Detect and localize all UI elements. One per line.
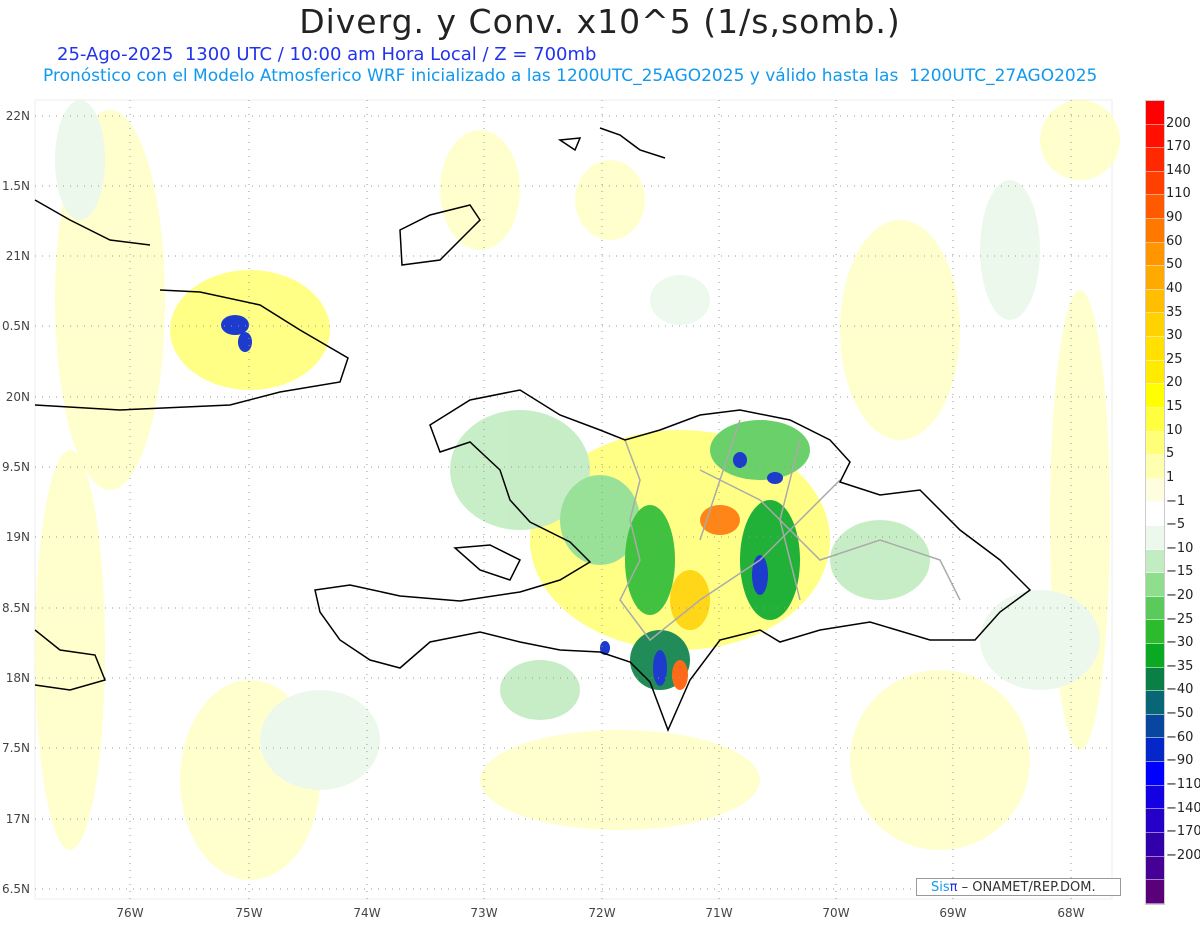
lat-label: 22N [5, 109, 30, 123]
colorbar-swatch [1146, 620, 1164, 645]
colorbar-label: 35 [1166, 304, 1183, 320]
colorbar-swatch [1146, 667, 1164, 692]
colorbar-swatch [1146, 455, 1164, 479]
colorbar-swatch [1146, 289, 1164, 314]
lat-label: 19N [5, 530, 30, 544]
colorbar-swatch [1146, 691, 1164, 715]
colorbar-label: −90 [1166, 753, 1194, 769]
colorbar-swatch [1146, 549, 1164, 574]
colorbar-swatch [1146, 880, 1164, 904]
colorbar-swatch [1146, 266, 1164, 290]
lat-label: 7.5N [1, 741, 30, 755]
colorbar-label: 170 [1166, 139, 1191, 155]
colorbar-label: 110 [1166, 186, 1191, 202]
colorbar-swatch [1146, 360, 1164, 385]
lon-label: 74W [353, 906, 381, 920]
colorbar-swatch [1146, 431, 1164, 456]
colorbar-label: −200 [1166, 847, 1200, 863]
credit-text: – ONAMET/REP.DOM. [957, 880, 1096, 895]
colorbar-label: 200 [1166, 115, 1191, 131]
colorbar-label: 30 [1166, 328, 1183, 344]
colorbar-swatch [1146, 124, 1164, 149]
colorbar-label: −25 [1166, 611, 1194, 627]
lat-label: 8.5N [1, 601, 30, 615]
colorbar-label: −30 [1166, 635, 1194, 651]
lat-label: 21N [5, 249, 30, 263]
colorbar-swatch [1146, 762, 1164, 786]
lat-label: 9.5N [1, 460, 30, 474]
colorbar-swatch [1146, 219, 1164, 243]
colorbar-swatch [1146, 337, 1164, 361]
lon-label: 68W [1057, 906, 1085, 920]
colorbar-swatch [1146, 573, 1164, 597]
colorbar-label: −140 [1166, 800, 1200, 816]
colorbar-swatch [1146, 856, 1164, 881]
colorbar-label: 140 [1166, 162, 1191, 178]
colorbar-swatch [1146, 171, 1164, 196]
colorbar-label: 20 [1166, 375, 1183, 391]
colorbar-swatch [1146, 502, 1164, 526]
credit-logo-sis: Sis [931, 880, 950, 895]
colorbar-label: −40 [1166, 682, 1194, 698]
colorbar-label: 5 [1166, 446, 1175, 462]
colorbar-label: −50 [1166, 706, 1194, 722]
colorbar-label: 90 [1166, 210, 1183, 226]
colorbar-label: 10 [1166, 422, 1183, 438]
colorbar-swatch [1146, 596, 1164, 621]
colorbar-label: −60 [1166, 729, 1194, 745]
colorbar-label: −1 [1166, 493, 1186, 509]
colorbar-swatch [1146, 313, 1164, 338]
colorbar-swatch [1146, 478, 1164, 503]
colorbar-label: −10 [1166, 540, 1194, 556]
lon-label: 75W [235, 906, 263, 920]
colorbar-swatch [1146, 407, 1164, 432]
colorbar-label: −20 [1166, 587, 1194, 603]
colorbar-swatch [1146, 525, 1164, 550]
colorbar-swatch [1146, 738, 1164, 763]
lat-label: 18N [5, 671, 30, 685]
lon-label: 69W [939, 906, 967, 920]
lon-label: 70W [822, 906, 850, 920]
lat-label: 0.5N [1, 319, 30, 333]
colorbar-label: −15 [1166, 564, 1194, 580]
colorbar-label: 25 [1166, 351, 1183, 367]
lat-label: 20N [5, 390, 30, 404]
colorbar-label: −35 [1166, 658, 1194, 674]
colorbar-swatch [1146, 242, 1164, 267]
colorbar-swatch [1146, 644, 1164, 668]
lon-label: 73W [470, 906, 498, 920]
colorbar-swatch [1146, 101, 1164, 125]
colorbar-swatch [1146, 148, 1164, 172]
colorbar-label: −110 [1166, 776, 1200, 792]
lon-label: 72W [588, 906, 616, 920]
colorbar-swatch [1146, 785, 1164, 810]
lat-label: 1.5N [1, 179, 30, 193]
colorbar-label: 60 [1166, 233, 1183, 249]
colorbar-label: 40 [1166, 280, 1183, 296]
map-canvas [34, 99, 1120, 900]
lat-label: 17N [5, 812, 30, 826]
lon-label: 71W [705, 906, 733, 920]
colorbar-swatch [1146, 384, 1164, 408]
credit-box: Sisπ – ONAMET/REP.DOM. [916, 878, 1121, 896]
colorbar-label: 1 [1166, 469, 1175, 485]
colorbar [1145, 100, 1165, 905]
colorbar-swatch [1146, 809, 1164, 833]
lat-label: 6.5N [1, 882, 30, 896]
colorbar-label: −5 [1166, 517, 1186, 533]
colorbar-swatch [1146, 195, 1164, 220]
colorbar-label: −170 [1166, 824, 1200, 840]
colorbar-label: 50 [1166, 257, 1183, 273]
colorbar-swatch [1146, 832, 1164, 857]
colorbar-label: 15 [1166, 399, 1183, 415]
colorbar-swatch [1146, 714, 1164, 739]
lon-label: 76W [116, 906, 144, 920]
